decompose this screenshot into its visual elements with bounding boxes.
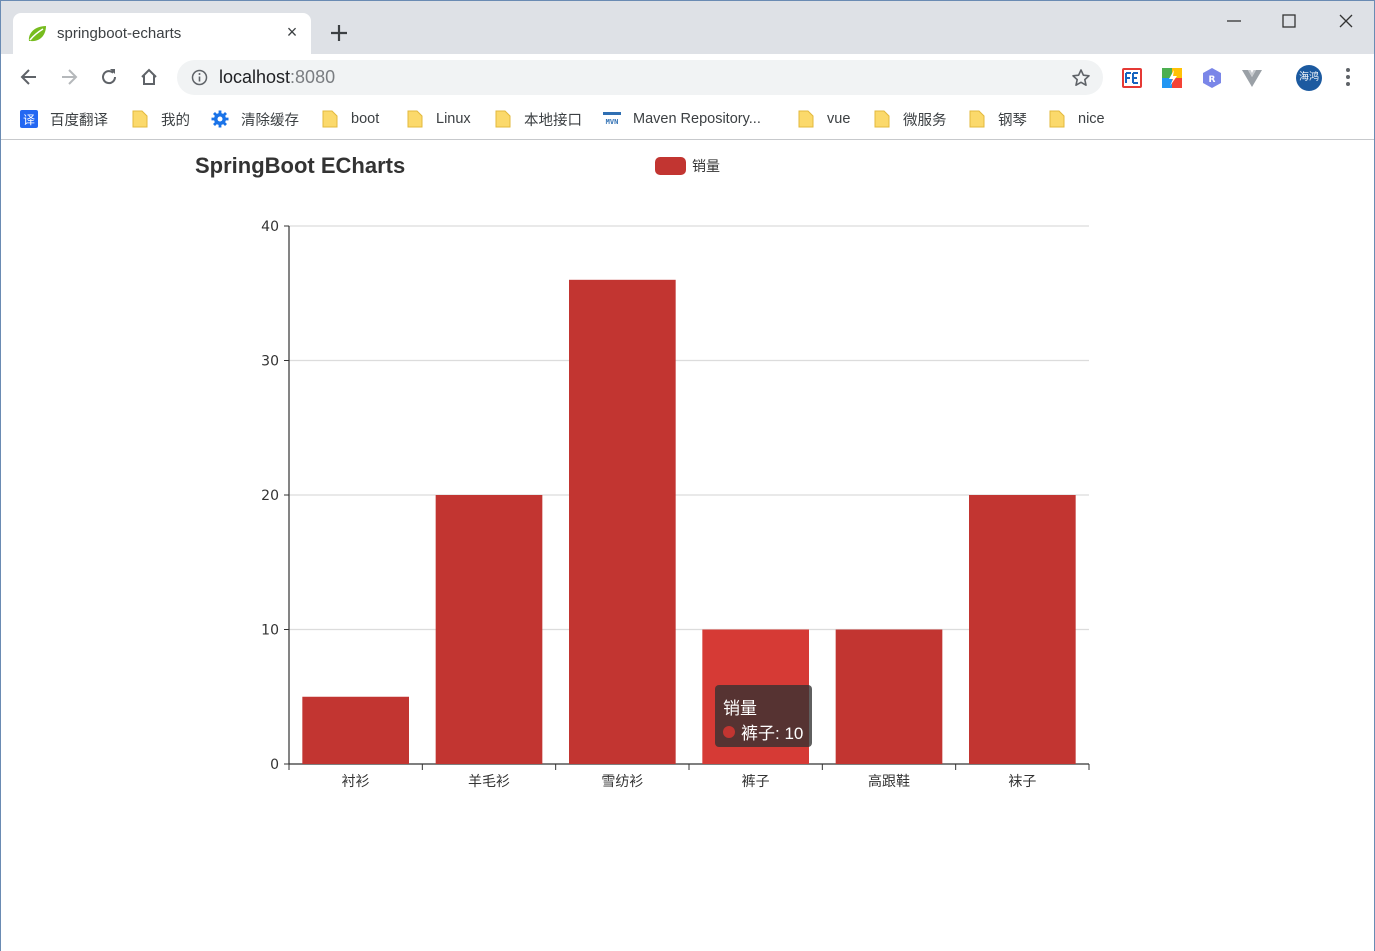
svg-text:译: 译 xyxy=(23,113,35,127)
svg-text:MVN: MVN xyxy=(606,118,619,126)
tooltip-marker xyxy=(723,725,735,738)
tooltip-series-name: 销量 xyxy=(723,699,757,718)
maximize-icon[interactable] xyxy=(1277,9,1301,33)
bookmark-folder[interactable]: vue xyxy=(797,109,850,129)
bookmark-folder[interactable]: nice xyxy=(1048,109,1105,129)
reload-icon[interactable] xyxy=(98,66,120,88)
minimize-icon[interactable] xyxy=(1222,9,1246,33)
bookmark-clear-cache[interactable]: 清除缓存 xyxy=(211,109,299,129)
bar[interactable] xyxy=(569,279,676,764)
new-tab-icon[interactable] xyxy=(327,21,351,45)
browser-tab[interactable]: springboot-echarts × xyxy=(13,13,311,54)
folder-icon xyxy=(495,110,511,128)
spring-leaf-icon xyxy=(28,26,46,42)
chart-tooltip: 销量 裤子: 10 xyxy=(715,685,812,747)
y-tick-label: 40 xyxy=(261,219,279,235)
url-host: localhost xyxy=(219,67,291,87)
browser-toolbar: localhost:8080 R 海鸿 xyxy=(1,54,1374,101)
tooltip-value: 裤子: 10 xyxy=(741,724,804,743)
bookmark-folder[interactable]: Linux xyxy=(406,109,471,129)
bookmark-baidu-translate[interactable]: 译 百度翻译 xyxy=(20,109,108,129)
folder-icon xyxy=(798,110,814,128)
svg-text:R: R xyxy=(1209,75,1216,85)
vue-devtools-icon[interactable] xyxy=(1241,67,1263,89)
close-window-icon[interactable] xyxy=(1334,9,1358,33)
bookmark-label: Maven Repository... xyxy=(633,111,761,127)
page-content: SpringBoot ECharts 销量 0 10 20 30 40 衬衫 羊毛衫 雪纺衫裤… xyxy=(1,140,1374,951)
back-icon[interactable] xyxy=(18,66,40,88)
bookmark-label: boot xyxy=(351,111,380,127)
bookmark-label: nice xyxy=(1078,111,1105,127)
tooltip-row: 裤子: 10 xyxy=(723,719,803,744)
bookmark-folder[interactable]: boot xyxy=(321,109,379,129)
more-menu-icon[interactable] xyxy=(1339,66,1357,88)
y-tick-label: 20 xyxy=(261,488,279,504)
y-tick-label: 0 xyxy=(270,757,279,773)
mvn-icon: MVN xyxy=(603,112,621,126)
bookmark-maven[interactable]: MVN Maven Repository... xyxy=(603,109,761,129)
bar-chart: 0 10 20 30 40 衬衫 羊毛衫 雪纺衫 裤子 高跟鞋 袜子 xyxy=(261,219,1090,790)
bookmarks-bar: 译 百度翻译 我的 清除缓存 boot Linux 本地接口 MVN Maven… xyxy=(1,101,1374,140)
x-tick-label: 高跟鞋 xyxy=(868,773,910,790)
bookmark-label: 本地接口 xyxy=(524,112,582,129)
bookmark-folder[interactable]: 微服务 xyxy=(873,109,947,129)
bar[interactable] xyxy=(435,495,543,764)
bookmark-label: 百度翻译 xyxy=(50,112,108,129)
gear-icon xyxy=(211,110,229,128)
bookmark-label: vue xyxy=(827,111,851,127)
bookmark-label: 清除缓存 xyxy=(241,112,299,129)
folder-icon xyxy=(969,110,985,128)
tab-strip: springboot-echarts × xyxy=(1,1,1374,54)
site-info-icon[interactable] xyxy=(191,69,208,86)
address-bar[interactable]: localhost:8080 xyxy=(177,60,1103,95)
folder-icon xyxy=(1049,110,1065,128)
fe-helper-icon[interactable] xyxy=(1121,67,1143,89)
tab-title: springboot-echarts xyxy=(57,25,182,42)
y-tick-label: 10 xyxy=(261,623,279,639)
bar[interactable] xyxy=(969,495,1076,764)
url-port: :8080 xyxy=(290,67,336,87)
x-tick-label: 雪纺衫 xyxy=(601,774,643,790)
r-extension-icon[interactable]: R xyxy=(1201,67,1223,89)
bookmark-label: 微服务 xyxy=(903,112,947,129)
home-icon[interactable] xyxy=(138,66,160,88)
bar[interactable] xyxy=(302,696,409,764)
x-tick-label: 衬衫 xyxy=(342,774,370,790)
forward-icon[interactable] xyxy=(58,66,80,88)
url-text: localhost:8080 xyxy=(219,67,335,88)
bookmark-folder[interactable]: 钢琴 xyxy=(968,109,1027,129)
translate-icon: 译 xyxy=(20,110,38,128)
bookmark-label: Linux xyxy=(436,111,471,127)
x-tick-label: 裤子 xyxy=(742,774,770,790)
bookmark-folder[interactable]: 我的 xyxy=(131,109,190,129)
bookmark-folder[interactable]: 本地接口 xyxy=(494,109,582,129)
x-tick-label: 袜子 xyxy=(1008,774,1036,790)
close-tab-icon[interactable]: × xyxy=(283,23,301,41)
profile-avatar[interactable]: 海鸿 xyxy=(1296,65,1322,91)
x-tick-label: 羊毛衫 xyxy=(468,774,510,790)
bookmark-star-icon[interactable] xyxy=(1071,68,1091,88)
color-picker-icon[interactable] xyxy=(1161,67,1183,89)
bookmark-label: 钢琴 xyxy=(998,112,1027,129)
bar[interactable] xyxy=(835,629,943,765)
bookmark-label: 我的 xyxy=(161,112,190,129)
folder-icon xyxy=(407,110,423,128)
folder-icon xyxy=(322,110,338,128)
y-tick-label: 30 xyxy=(261,354,279,370)
folder-icon xyxy=(874,110,890,128)
folder-icon xyxy=(132,110,148,128)
